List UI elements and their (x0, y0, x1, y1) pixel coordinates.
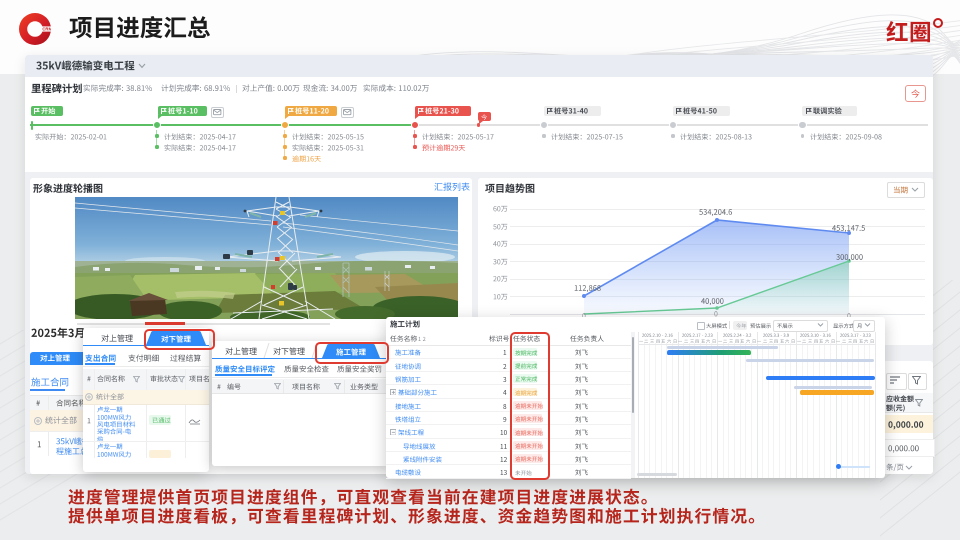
svg-text:CRM: CRM (42, 27, 51, 32)
